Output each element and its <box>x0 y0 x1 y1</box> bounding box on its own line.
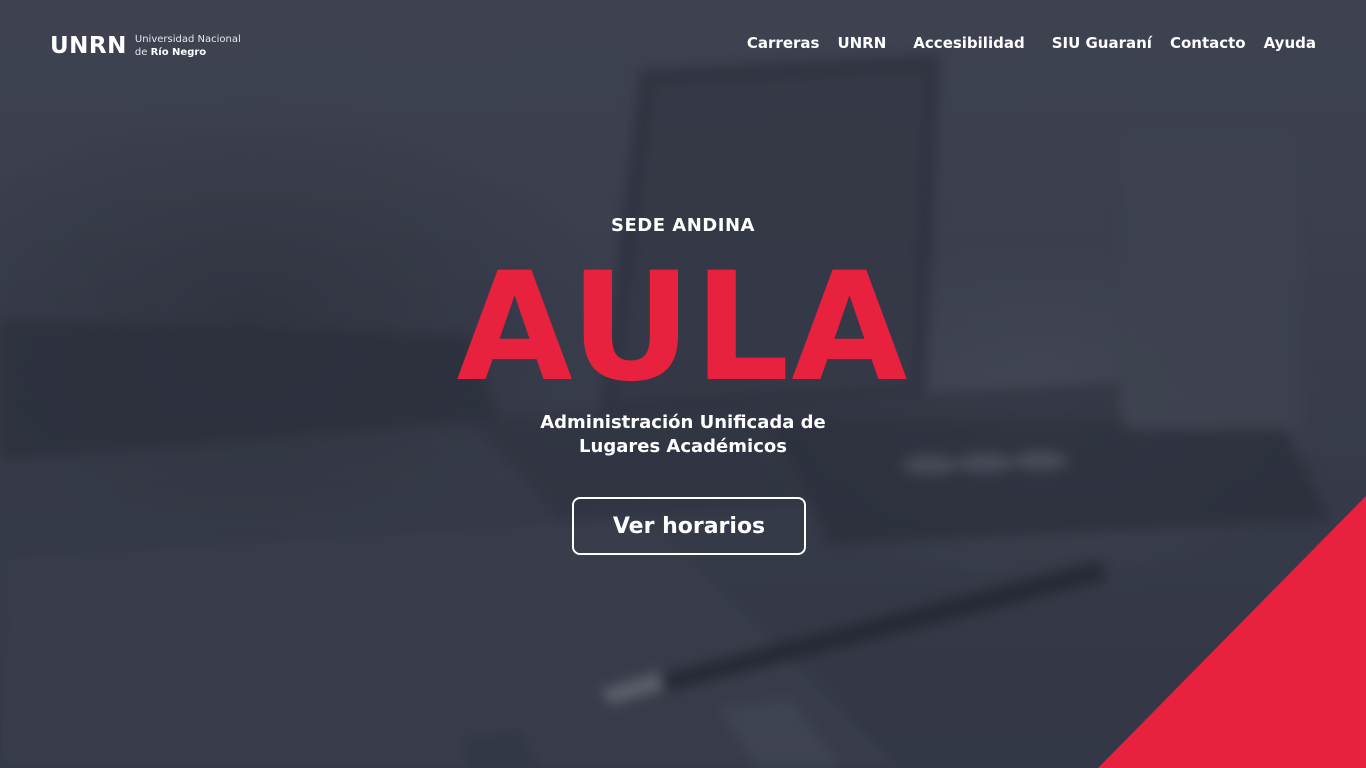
hero-subtitle-line1: Administración Unificada de <box>540 412 826 433</box>
logo-line2-bold: Río Negro <box>150 47 207 58</box>
logo-text: Universidad Nacional de Río Negro <box>135 33 241 59</box>
logo-line1: Universidad Nacional <box>134 34 241 45</box>
nav-link-siu-guarani[interactable]: SIU Guaraní <box>1052 34 1152 52</box>
unrn-logo[interactable]: UNRN Universidad Nacional de Río Negro <box>50 32 241 60</box>
hero-subtitle-line2: Lugares Académicos <box>579 436 787 457</box>
site-header: UNRN Universidad Nacional de Río Negro C… <box>0 0 1366 90</box>
nav-link-carreras[interactable]: Carreras <box>747 34 820 52</box>
nav-link-contacto[interactable]: Contacto <box>1170 34 1246 52</box>
nav-link-accesibilidad[interactable]: Accesibilidad <box>913 34 1024 52</box>
logo-line2: de Río Negro <box>135 46 241 59</box>
corner-accent-triangle <box>1098 496 1366 768</box>
logo-mark: UNRN <box>50 33 127 59</box>
main-nav: Carreras UNRN Accesibilidad SIU Guaraní … <box>729 34 1316 52</box>
ver-horarios-button[interactable]: Ver horarios <box>572 497 806 555</box>
nav-link-unrn[interactable]: UNRN <box>837 34 886 52</box>
logo-line2-prefix: de <box>134 47 151 58</box>
hero-subtitle: Administración Unificada de Lugares Acad… <box>483 411 883 459</box>
hero-title: AULA <box>456 241 910 415</box>
nav-link-ayuda[interactable]: Ayuda <box>1264 34 1316 52</box>
hero-section: UNRN Universidad Nacional de Río Negro C… <box>0 0 1366 768</box>
hero-eyebrow: SEDE ANDINA <box>611 215 755 236</box>
